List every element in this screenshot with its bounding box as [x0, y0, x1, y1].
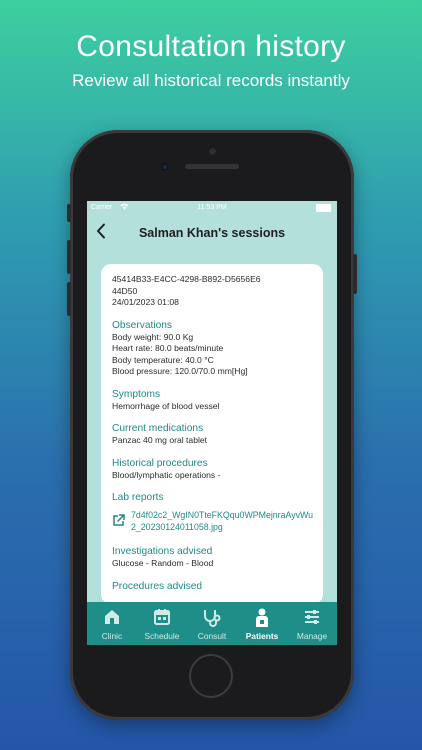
mute-switch [67, 204, 71, 222]
volume-down-button [67, 282, 71, 316]
procedures-advised-heading: Procedures advised [112, 580, 203, 592]
session-datetime: 24/01/2023 01:08 [112, 297, 179, 307]
external-link-icon [112, 514, 126, 528]
power-button [353, 254, 357, 294]
home-button[interactable] [189, 654, 233, 698]
historical-procedures-value: Blood/lymphatic operations - [112, 469, 221, 480]
tab-schedule[interactable]: Schedule [137, 602, 187, 645]
observation-weight: Body weight: 90.0 Kg [112, 331, 194, 342]
tab-patients-label: Patients [245, 631, 279, 641]
proximity-sensor [209, 148, 216, 155]
observations-heading: Observations [112, 319, 173, 331]
tab-clinic-label: Clinic [101, 631, 123, 641]
session-id: 45414B33-E4CC-4298-B892-D5656E644D50 [112, 274, 261, 296]
tab-schedule-label: Schedule [144, 631, 180, 641]
battery-icon [316, 204, 331, 212]
tab-consult-label: Consult [197, 631, 227, 641]
tab-patients[interactable]: Patients [237, 602, 287, 645]
session-card: 45414B33-E4CC-4298-B892-D5656E644D50 24/… [101, 264, 323, 604]
calendar-icon [154, 609, 170, 625]
tab-consult[interactable]: Consult [187, 602, 237, 645]
symptoms-heading: Symptoms [112, 388, 161, 400]
symptoms-value: Hemorrhage of blood vessel [112, 400, 220, 411]
nav-bar: Salman Khan's sessions [87, 215, 337, 253]
app-screen: Carrier 11:53 PM Salman Khan's sessions … [87, 201, 337, 645]
stethoscope-icon [204, 610, 221, 627]
lab-report-filename: 7d4f02c2_WgIN0TteFKQqu0WPMejnraAyvWu2_20… [131, 510, 314, 532]
sliders-icon [305, 610, 319, 624]
volume-up-button [67, 240, 71, 274]
lab-report-link[interactable]: 7d4f02c2_WgIN0TteFKQqu0WPMejnraAyvWu2_20… [112, 510, 315, 533]
investigations-advised-heading: Investigations advised [112, 546, 213, 557]
tab-bar: Clinic Schedule Consult Patients Manage [87, 602, 337, 645]
historical-procedures-heading: Historical procedures [112, 457, 208, 469]
clinic-icon [105, 610, 119, 624]
lab-reports-heading: Lab reports [112, 492, 164, 503]
front-camera [161, 163, 169, 171]
status-bar: Carrier 11:53 PM [87, 201, 337, 215]
hero-title: Consultation history [76, 30, 346, 63]
current-medications-heading: Current medications [112, 423, 204, 434]
observation-temperature: Body temperature: 40.0 °C [112, 354, 214, 365]
phone-frame: Carrier 11:53 PM Salman Khan's sessions … [67, 130, 357, 720]
earpiece-speaker [185, 164, 239, 169]
hero-subtitle: Review all historical records instantly [72, 71, 350, 90]
patient-icon [256, 608, 268, 627]
current-medications-value: Panzac 40 mg oral tablet [112, 435, 208, 445]
investigations-advised-value: Glucose - Random - Blood [112, 558, 214, 568]
tab-manage-label: Manage [296, 631, 328, 641]
status-time: 11:53 PM [197, 204, 227, 211]
observation-heart-rate: Heart rate: 80.0 beats/minute [112, 343, 224, 353]
tab-manage[interactable]: Manage [287, 602, 337, 645]
page-title: Salman Khan's sessions [138, 226, 286, 240]
observation-blood-pressure: Blood pressure: 120.0/70.0 mm[Hg] [112, 366, 248, 376]
tab-clinic[interactable]: Clinic [87, 602, 137, 645]
